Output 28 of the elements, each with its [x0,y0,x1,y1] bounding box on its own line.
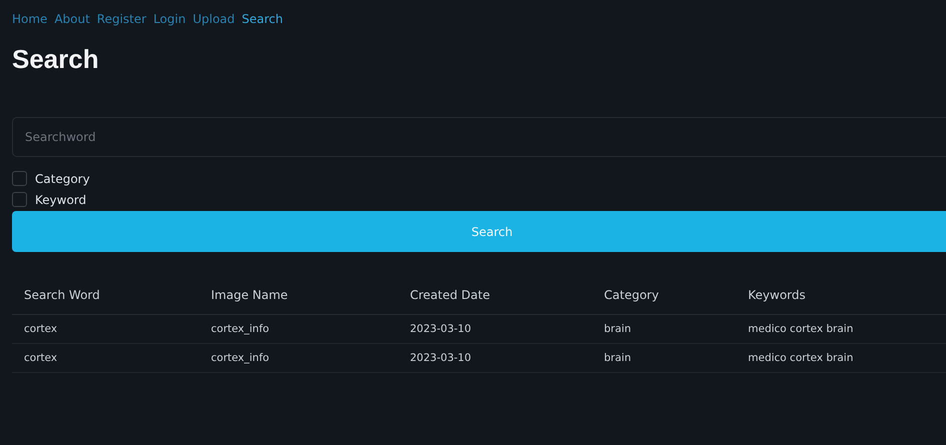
column-header: Search Word [12,278,199,314]
table-cell: 2023-03-10 [398,344,592,372]
column-header: Keywords [736,278,946,314]
search-button[interactable]: Search [12,211,946,252]
table-cell: cortex_info [199,344,398,372]
checkbox-label: Keyword [35,192,86,206]
checkbox[interactable] [12,171,27,186]
nav-link[interactable]: About [54,12,90,26]
column-header: Category [592,278,736,314]
table-cell: cortex [12,314,199,344]
nav-link[interactable]: Register [96,12,146,26]
nav-link[interactable]: Search [242,12,283,26]
search-field[interactable]: Searchword [12,117,946,157]
table-cell: cortex [12,344,199,372]
checkbox-label: Category [35,172,90,186]
table-cell: cortex_info [199,314,398,344]
table-cell: medico cortex brain [736,344,946,372]
checkbox[interactable] [12,192,27,207]
table-cell: brain [592,314,736,344]
column-header: Created Date [398,278,592,314]
table-cell: brain [592,344,736,372]
nav-link[interactable]: Home [12,12,48,26]
table-cell: 2023-03-10 [398,314,592,344]
page-title: Search [12,44,100,75]
table-cell: medico cortex brain [736,314,946,344]
nav-link[interactable]: Login [153,12,186,26]
column-header: Image Name [199,278,398,314]
nav-link[interactable]: Upload [192,12,235,26]
